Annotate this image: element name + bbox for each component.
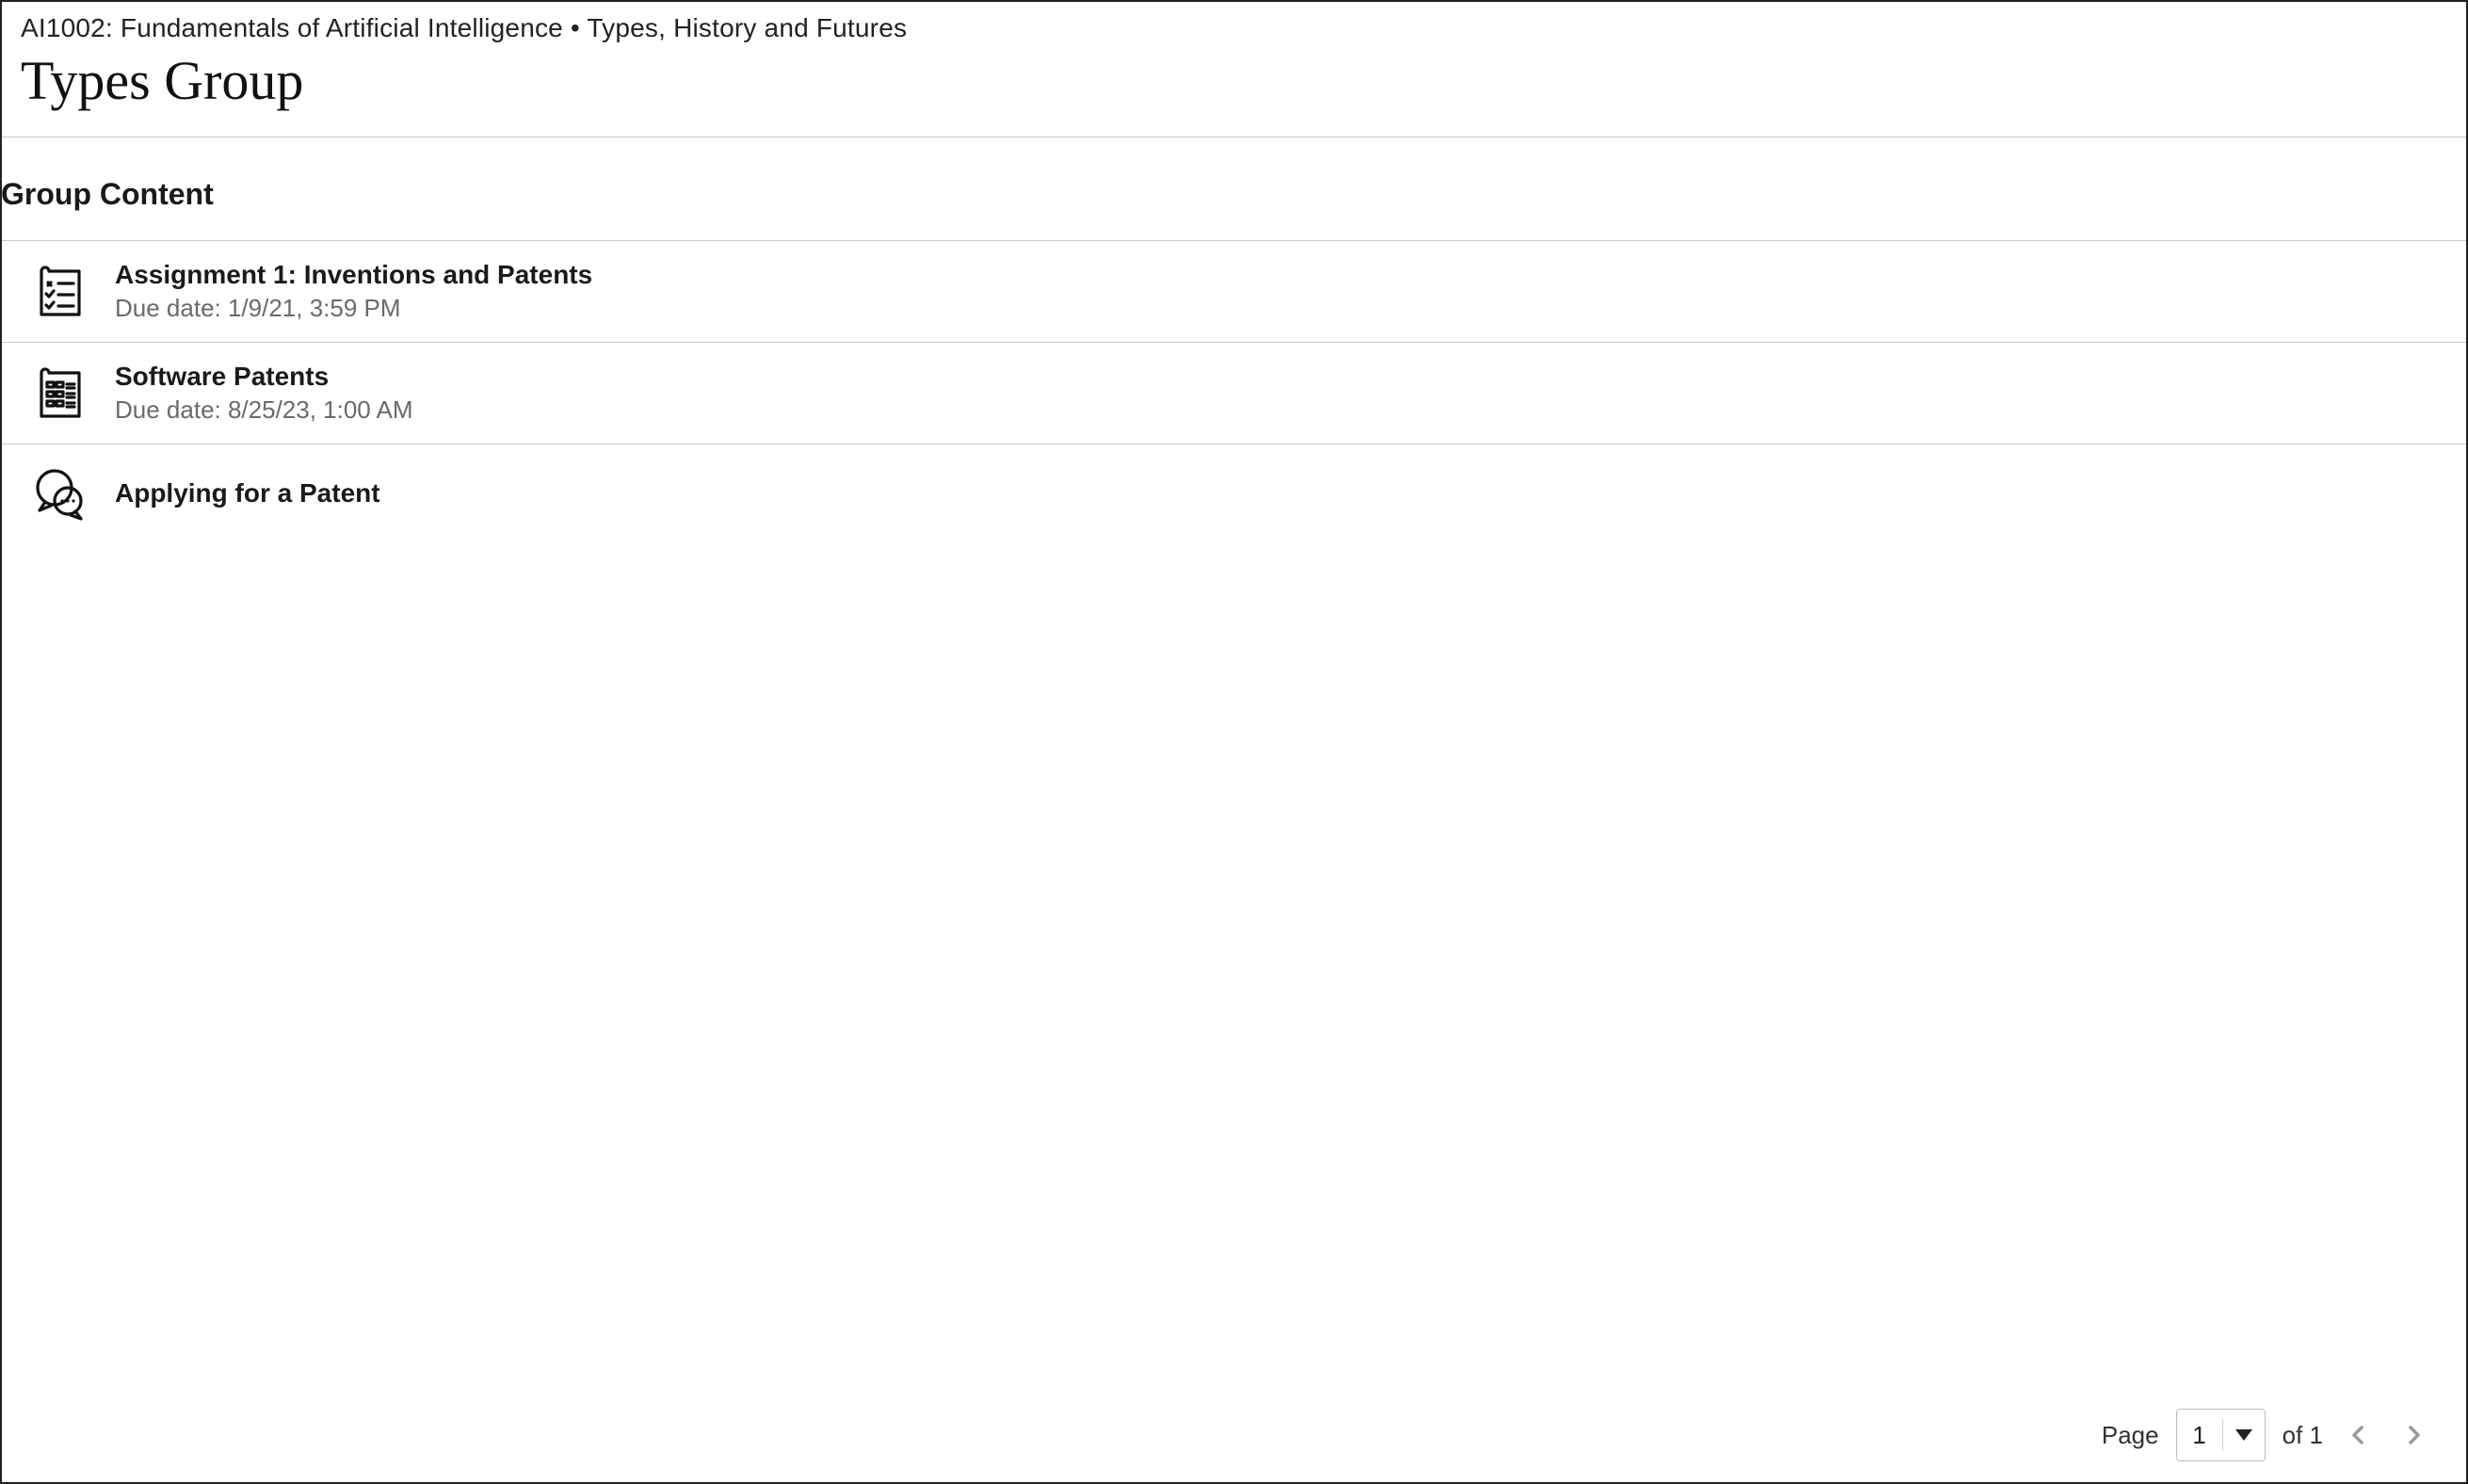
list-item-text: Assignment 1: Inventions and Patents Due…: [115, 260, 592, 323]
assignment-icon: [28, 262, 89, 322]
page-header: AI1002: Fundamentals of Artificial Intel…: [2, 2, 2466, 137]
list-item[interactable]: Assignment 1: Inventions and Patents Due…: [2, 241, 2466, 343]
list-item-subtitle: Due date: 1/9/21, 3:59 PM: [115, 294, 592, 323]
chevron-right-icon: [2402, 1424, 2425, 1446]
list-item-text: Applying for a Patent: [115, 478, 380, 508]
page-frame: AI1002: Fundamentals of Artificial Intel…: [0, 0, 2468, 1484]
test-icon: [28, 363, 89, 424]
caret-down-icon: [2235, 1429, 2252, 1441]
next-page-button[interactable]: [2395, 1416, 2432, 1454]
discussion-icon: [28, 463, 89, 524]
list-item-title: Assignment 1: Inventions and Patents: [115, 260, 592, 290]
list-item[interactable]: Applying for a Patent: [2, 444, 2466, 542]
page-dropdown-button[interactable]: [2223, 1410, 2265, 1460]
list-item-title: Software Patents: [115, 362, 413, 392]
spacer: [2, 542, 2466, 1394]
list-item-title: Applying for a Patent: [115, 478, 380, 508]
list-item-text: Software Patents Due date: 8/25/23, 1:00…: [115, 362, 413, 425]
page-current: 1: [2177, 1410, 2222, 1460]
list-item-subtitle: Due date: 8/25/23, 1:00 AM: [115, 395, 413, 425]
breadcrumb[interactable]: AI1002: Fundamentals of Artificial Intel…: [21, 13, 2447, 43]
pager-label: Page: [2102, 1421, 2159, 1450]
chevron-left-icon: [2347, 1424, 2370, 1446]
section-title: Group Content: [1, 177, 2466, 212]
page-select[interactable]: 1: [2176, 1409, 2266, 1461]
prev-page-button[interactable]: [2340, 1416, 2378, 1454]
content-list: Assignment 1: Inventions and Patents Due…: [2, 241, 2466, 542]
page-title: Types Group: [21, 49, 2447, 112]
pager: Page 1 of 1: [2, 1394, 2466, 1482]
list-item[interactable]: Software Patents Due date: 8/25/23, 1:00…: [2, 343, 2466, 444]
pager-of: of 1: [2282, 1421, 2323, 1450]
section-header: Group Content: [2, 137, 2466, 241]
